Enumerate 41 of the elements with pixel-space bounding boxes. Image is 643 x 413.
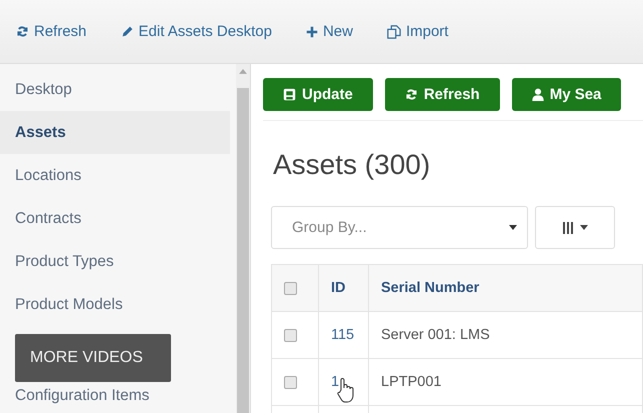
table-cell: Server 001: LMS (368, 312, 642, 358)
scrollbar[interactable] (236, 64, 250, 413)
scroll-up-icon[interactable] (239, 68, 247, 74)
columns-button[interactable] (535, 206, 615, 249)
placeholder-text: Group By... (292, 219, 367, 236)
scrollbar-thumb[interactable] (237, 88, 249, 413)
column-header[interactable]: Serial Number (368, 264, 642, 312)
columns-icon (562, 222, 574, 234)
sidebar-item[interactable]: Configuration Items (0, 386, 230, 406)
refresh-icon (404, 88, 418, 100)
sidebar-item[interactable]: Product Models (0, 283, 230, 326)
more-videos-button[interactable]: MORE VIDEOS (15, 334, 171, 382)
checkbox[interactable] (284, 328, 297, 342)
action-button[interactable]: Refresh (384, 78, 500, 110)
toolbar-button[interactable]: Refresh (16, 23, 87, 40)
sidebar-item[interactable]: Locations (0, 154, 230, 197)
sidebar-item[interactable]: Desktop (0, 68, 230, 111)
column-header[interactable]: ID (318, 264, 368, 312)
save-icon (283, 88, 296, 100)
dropdown-caret-icon (509, 225, 517, 230)
checkbox[interactable] (284, 376, 297, 389)
table-cell[interactable]: 115 (318, 312, 368, 358)
toolbar-button[interactable]: New (306, 23, 353, 40)
sidebar-item[interactable]: Assets (0, 111, 230, 154)
table-cell: LPTP001 (368, 358, 642, 406)
page-title: Assets (300) (273, 149, 430, 180)
sidebar-item[interactable]: Product Types (0, 240, 230, 283)
toolbar-button[interactable]: Edit Assets Desktop (120, 23, 272, 40)
copy-icon (386, 24, 401, 38)
sidebar-item[interactable]: Contracts (0, 197, 230, 240)
pencil-icon (120, 25, 134, 38)
caret-icon (580, 225, 588, 230)
checkbox[interactable] (284, 282, 297, 295)
toolbar-button[interactable]: Import (386, 23, 448, 40)
hand-cursor-icon (337, 377, 355, 403)
group-by-dropdown[interactable]: Group By... (271, 206, 528, 249)
refresh-icon (16, 25, 29, 38)
plus-icon (306, 26, 318, 38)
action-button[interactable]: Update (263, 78, 373, 110)
action-button[interactable]: My Sea (512, 78, 622, 110)
user-icon (532, 88, 544, 100)
